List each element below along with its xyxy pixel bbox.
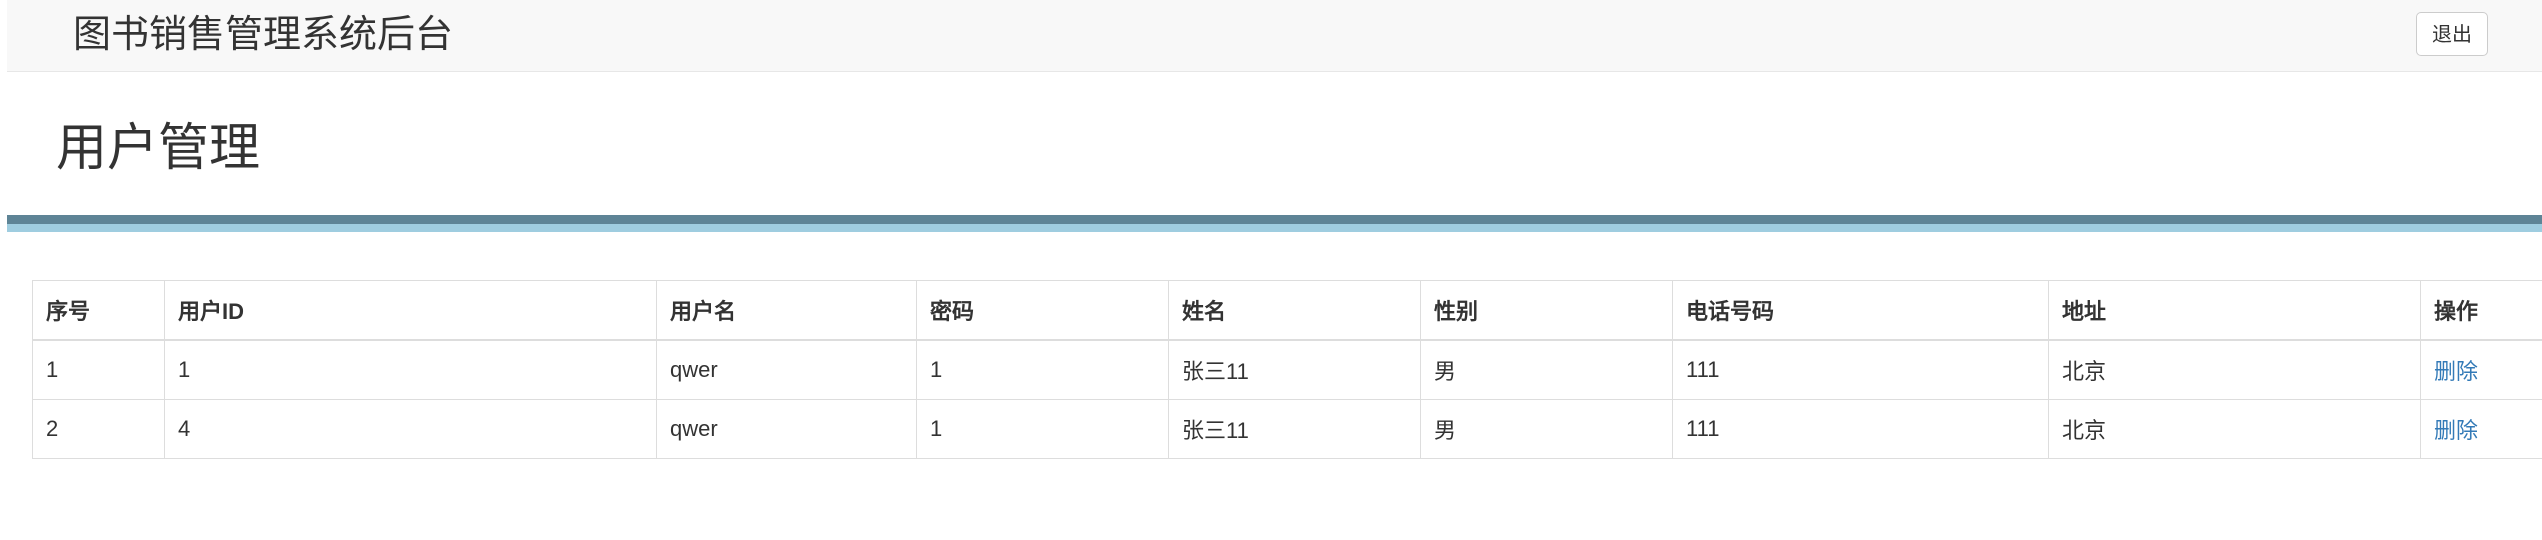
cell-user-id: 1 xyxy=(164,339,657,400)
table-row: 1 1 qwer 1 张三11 男 111 北京 删除 xyxy=(32,339,2542,400)
cell-name: 张三11 xyxy=(1168,339,1421,400)
cell-gender: 男 xyxy=(1420,339,1673,400)
cell-phone: 111 xyxy=(1672,339,2049,400)
cell-address: 北京 xyxy=(2048,399,2421,459)
column-header-username: 用户名 xyxy=(656,280,917,341)
column-header-action: 操作 xyxy=(2420,280,2542,341)
cell-user-id: 4 xyxy=(164,399,657,459)
cell-index: 1 xyxy=(32,339,165,400)
column-header-user-id: 用户ID xyxy=(164,280,657,341)
column-header-name: 姓名 xyxy=(1168,280,1421,341)
cell-username: qwer xyxy=(656,339,917,400)
user-table: 序号 用户ID 用户名 密码 姓名 性别 电话号码 地址 操作 1 1 qwer… xyxy=(32,280,2542,459)
cell-name: 张三11 xyxy=(1168,399,1421,459)
cell-gender: 男 xyxy=(1420,399,1673,459)
column-header-index: 序号 xyxy=(32,280,165,341)
logout-button[interactable]: 退出 xyxy=(2416,12,2488,56)
cell-phone: 111 xyxy=(1672,399,2049,459)
cell-password: 1 xyxy=(916,399,1169,459)
column-header-phone: 电话号码 xyxy=(1672,280,2049,341)
cell-index: 2 xyxy=(32,399,165,459)
user-table-container: 序号 用户ID 用户名 密码 姓名 性别 电话号码 地址 操作 1 1 qwer… xyxy=(32,280,2542,459)
cell-action: 删除 xyxy=(2420,339,2542,400)
table-header-row: 序号 用户ID 用户名 密码 姓名 性别 电话号码 地址 操作 xyxy=(32,280,2542,341)
column-header-address: 地址 xyxy=(2048,280,2421,341)
column-header-password: 密码 xyxy=(916,280,1169,341)
delete-link[interactable]: 删除 xyxy=(2434,359,2478,384)
page-title: 用户管理 xyxy=(56,119,261,176)
column-header-gender: 性别 xyxy=(1420,280,1673,341)
top-navbar: 图书销售管理系统后台 退出 xyxy=(7,0,2542,72)
cell-password: 1 xyxy=(916,339,1169,400)
delete-link[interactable]: 删除 xyxy=(2434,418,2478,443)
cell-username: qwer xyxy=(656,399,917,459)
table-row: 2 4 qwer 1 张三11 男 111 北京 删除 xyxy=(32,399,2542,459)
header-divider-light xyxy=(7,224,2542,232)
cell-address: 北京 xyxy=(2048,339,2421,400)
header-divider-dark xyxy=(7,215,2542,224)
app-brand[interactable]: 图书销售管理系统后台 xyxy=(73,10,453,60)
cell-action: 删除 xyxy=(2420,399,2542,459)
